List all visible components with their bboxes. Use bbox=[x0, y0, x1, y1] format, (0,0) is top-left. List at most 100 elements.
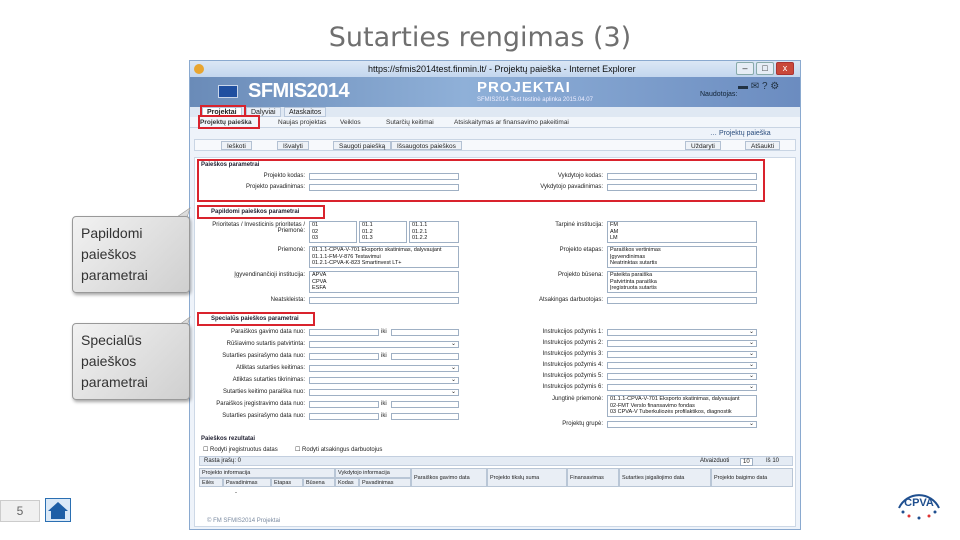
select-field[interactable]: ⌄ bbox=[607, 340, 757, 347]
date-from-input[interactable] bbox=[309, 329, 379, 336]
date-from-input[interactable] bbox=[309, 413, 379, 420]
date-to-input[interactable] bbox=[391, 401, 459, 408]
responsible-input[interactable] bbox=[607, 297, 757, 304]
list-item[interactable]: LM bbox=[610, 235, 754, 242]
instruction-label: Instrukcijos požymis 5: bbox=[542, 373, 603, 379]
header-applicant-info: Vykdytojo informacija bbox=[335, 468, 411, 478]
inv-priority-list[interactable]: 01.1 01.2 01.3 bbox=[359, 221, 407, 243]
select-field[interactable]: ⌄ bbox=[309, 389, 459, 396]
instruction-label: Instrukcijos požymis 4: bbox=[542, 362, 603, 368]
ministry-label: Tarpinė institucija: bbox=[555, 222, 603, 228]
close-window-button[interactable]: x bbox=[776, 62, 794, 75]
list-item[interactable]: 01.2.1-CPVA-K-823 Smartinvest LT+ bbox=[312, 260, 456, 267]
col-etapas[interactable]: Etapas bbox=[271, 478, 303, 487]
home-icon[interactable]: ▬ bbox=[738, 81, 748, 92]
main-tabs: Projektai Dalyviai Ataskaitos bbox=[190, 107, 800, 117]
clear-button[interactable]: Išvalyti bbox=[277, 141, 309, 150]
select-field[interactable]: ⌄ bbox=[309, 365, 459, 372]
eu-flag-icon bbox=[218, 85, 238, 98]
list-item[interactable]: 01.1.1-CPVA-V-701 Eksporto skatinimas, d… bbox=[610, 396, 754, 403]
institution-list[interactable]: APVA CPVA ESFA bbox=[309, 271, 459, 293]
toolbar: Ieškoti Išvalyti Saugoti paiešką Išsaugo… bbox=[194, 139, 796, 151]
list-item[interactable]: 03 bbox=[312, 235, 354, 242]
per-page-select[interactable]: 10 bbox=[740, 458, 753, 466]
stage-list[interactable]: Paraiškos vertinimas Įgyvendinimas Neatr… bbox=[607, 246, 757, 268]
list-item[interactable]: Įregistruota sutartis bbox=[610, 285, 754, 292]
subnav-contract-changes[interactable]: Sutarčių keitimai bbox=[386, 118, 434, 127]
highlight-search-params bbox=[197, 159, 765, 202]
col-contract-date[interactable]: Sutarties įsigaliojimo data bbox=[619, 468, 711, 487]
select-field[interactable]: ⌄ bbox=[607, 421, 757, 428]
status-list[interactable]: Pateikta paraiška Patvirtinta paraiška Į… bbox=[607, 271, 757, 293]
instruction-label: Instrukcijos požymis 2: bbox=[542, 340, 603, 346]
list-item[interactable]: 01.2.2 bbox=[412, 235, 456, 242]
cancel-button[interactable]: Atšaukti bbox=[745, 141, 781, 150]
col-application-date[interactable]: Paraiškos gavimo data bbox=[411, 468, 487, 487]
results-count: Rasta įrašų: 0 bbox=[204, 458, 242, 464]
highlight-extra-params bbox=[197, 205, 325, 219]
results-title: Paieškos rezultatai bbox=[201, 436, 256, 442]
list-item[interactable]: ESFA bbox=[312, 285, 456, 292]
search-button[interactable]: Ieškoti bbox=[221, 141, 252, 150]
header-icons[interactable]: ▬ ✉ ? ⚙ bbox=[738, 81, 779, 92]
breadcrumb: … Projektų paieška bbox=[710, 130, 771, 137]
home-icon[interactable] bbox=[45, 498, 71, 522]
saved-searches-button[interactable]: Išsaugotos paieškos bbox=[391, 141, 462, 150]
joint-list[interactable]: 01.1.1-CPVA-V-701 Eksporto skatinimas, d… bbox=[607, 395, 757, 417]
col-kodas[interactable]: Kodas bbox=[335, 478, 359, 487]
gear-icon[interactable]: ⚙ bbox=[770, 81, 779, 92]
checkbox-label: Rodyti atsakingus darbuotojus bbox=[302, 447, 383, 453]
measure-list[interactable]: 01.1.1-CPVA-V-701 Eksporto skatinimas, d… bbox=[309, 246, 459, 268]
checkbox-employees[interactable]: ☐ Rodyti atsakingus darbuotojus bbox=[295, 446, 382, 453]
save-search-button[interactable]: Saugoti paiešką bbox=[333, 141, 392, 150]
select-field[interactable]: ⌄ bbox=[607, 351, 757, 358]
callout-extra-params: Papildomi paieškos parametrai bbox=[72, 216, 190, 293]
select-field[interactable]: ⌄ bbox=[607, 373, 757, 380]
select-field[interactable]: ⌄ bbox=[309, 341, 459, 348]
priority-list[interactable]: 01 02 03 bbox=[309, 221, 357, 243]
date-from-input[interactable] bbox=[309, 401, 379, 408]
select-field[interactable]: ⌄ bbox=[607, 384, 757, 391]
col-pavadinimas[interactable]: Pavadinimas bbox=[223, 478, 271, 487]
mail-icon[interactable]: ✉ bbox=[751, 81, 759, 92]
col-busena[interactable]: Būsena bbox=[303, 478, 335, 487]
date-to-input[interactable] bbox=[391, 329, 459, 336]
close-button[interactable]: Uždaryti bbox=[685, 141, 721, 150]
highlight-special-params bbox=[197, 312, 315, 326]
special-label: Rūšiavimo sutartis patvirtinta: bbox=[226, 341, 305, 347]
select-field[interactable]: ⌄ bbox=[309, 377, 459, 384]
help-icon[interactable]: ? bbox=[762, 81, 768, 92]
list-item[interactable]: 01.3 bbox=[362, 235, 404, 242]
special-label: Paraiškos gavimo data nuo: bbox=[230, 329, 305, 335]
budget-input[interactable] bbox=[309, 297, 459, 304]
date-to-input[interactable] bbox=[391, 353, 459, 360]
select-field[interactable]: ⌄ bbox=[607, 362, 757, 369]
subnav-activities[interactable]: Veiklos bbox=[340, 118, 361, 127]
list-item[interactable]: Neatrinktas sutartis bbox=[610, 260, 754, 267]
per-page-label: Atvaizduoti bbox=[700, 458, 730, 464]
module-title: PROJEKTAI bbox=[477, 79, 571, 96]
date-from-input[interactable] bbox=[309, 353, 379, 360]
list-item[interactable]: 03 CPVA-V Tuberkuliozės profilaktikos, d… bbox=[610, 409, 754, 416]
measure-code-list[interactable]: 01.1.1 01.2.1 01.2.2 bbox=[409, 221, 459, 243]
maximize-button[interactable]: □ bbox=[756, 62, 774, 75]
minimize-button[interactable]: – bbox=[736, 62, 754, 75]
subnav-new-project[interactable]: Naujas projektas bbox=[278, 118, 326, 127]
checkbox-dates[interactable]: ☐ Rodyti įregistruotus datas bbox=[203, 446, 278, 453]
col-vykdytojo-pavadinimas[interactable]: Pavadinimas bbox=[359, 478, 411, 487]
col-financing[interactable]: Finansavimas bbox=[567, 468, 619, 487]
col-end-date[interactable]: Projekto baigimo data bbox=[711, 468, 793, 487]
ministry-list[interactable]: FM AM LM bbox=[607, 221, 757, 243]
logo-text: CPVA bbox=[904, 497, 934, 509]
select-field[interactable]: ⌄ bbox=[607, 329, 757, 336]
list-item[interactable]: 01.1.1-CPVA-V-701 Eksporto skatinimas, d… bbox=[312, 247, 456, 254]
table-row: - bbox=[235, 490, 237, 496]
col-eiles[interactable]: Eilės bbox=[199, 478, 223, 487]
subnav-reporting[interactable]: Atsiskaitymas ar finansavimo pakeitimai bbox=[454, 118, 569, 127]
date-to-input[interactable] bbox=[391, 413, 459, 420]
to-label: iki bbox=[381, 413, 387, 419]
tab-ataskaitos[interactable]: Ataskaitos bbox=[284, 107, 327, 117]
instruction-label: Instrukcijos požymis 3: bbox=[542, 351, 603, 357]
col-project-sum[interactable]: Projekto tikslų suma bbox=[487, 468, 567, 487]
highlight-subnav bbox=[198, 115, 260, 129]
